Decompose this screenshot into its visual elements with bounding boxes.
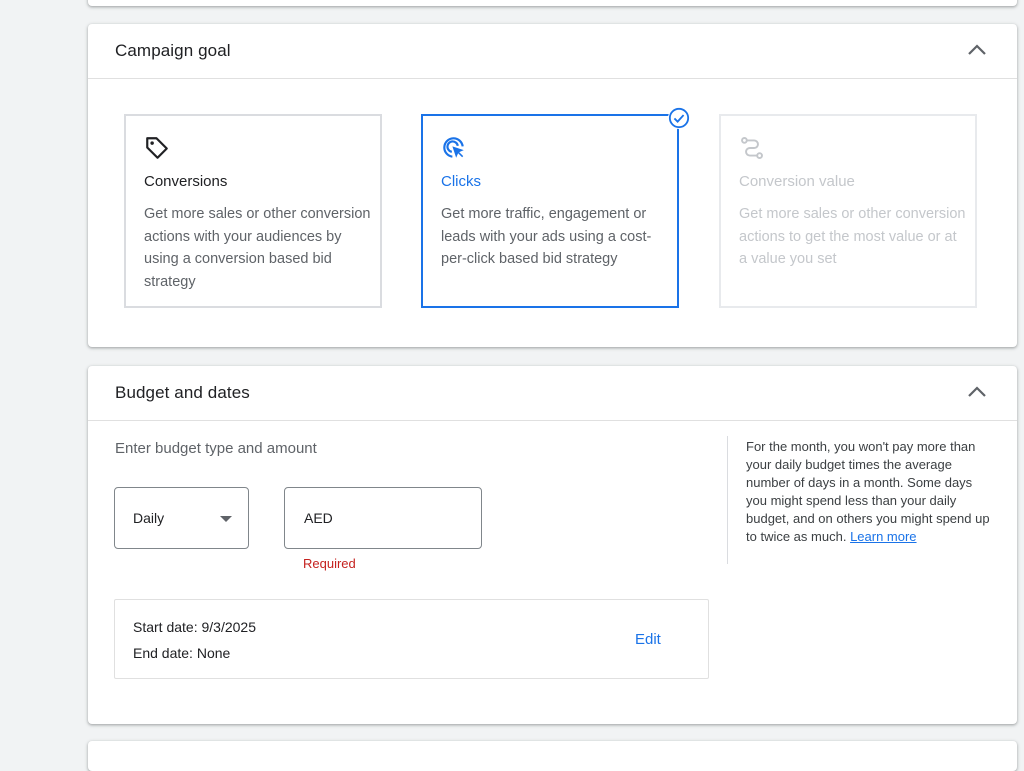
end-date: End date: None (133, 645, 231, 661)
budget-dates-header[interactable]: Budget and dates (88, 366, 1017, 421)
next-section-card (88, 741, 1017, 771)
currency-label: AED (304, 510, 333, 526)
help-divider (727, 436, 728, 564)
goal-option-clicks[interactable]: Clicks Get more traffic, engagement or l… (421, 114, 679, 308)
campaign-goal-header[interactable]: Campaign goal (88, 24, 1017, 79)
goal-option-title: Conversion value (739, 173, 855, 190)
previous-section-card (88, 0, 1017, 6)
budget-dates-title: Budget and dates (115, 383, 250, 402)
budget-type-value: Daily (133, 510, 165, 526)
goal-option-title: Conversions (144, 173, 228, 190)
budget-dates-card: Budget and dates Enter budget type and a… (88, 366, 1017, 724)
campaign-goal-card: Campaign goal Conversions Get more sales… (88, 24, 1017, 347)
learn-more-link[interactable]: Learn more (850, 529, 916, 544)
goal-option-title: Clicks (441, 173, 481, 190)
campaign-goal-title: Campaign goal (115, 41, 231, 60)
budget-amount-input[interactable]: AED (284, 487, 482, 549)
goal-option-conversions[interactable]: Conversions Get more sales or other conv… (124, 114, 382, 308)
check-circle-icon (668, 107, 690, 129)
goal-option-conversion-value: Conversion value Get more sales or other… (719, 114, 977, 308)
goal-option-description: Get more traffic, engagement or leads wi… (441, 206, 652, 267)
budget-help-text: For the month, you won't pay more than y… (746, 438, 996, 546)
goal-option-description: Get more sales or other conversion actio… (144, 206, 371, 290)
route-icon (741, 137, 763, 159)
start-date: Start date: 9/3/2025 (133, 619, 256, 635)
tag-icon (146, 137, 168, 159)
edit-dates-button[interactable]: Edit (635, 631, 661, 648)
campaign-dates-box: Start date: 9/3/2025 End date: None Edit (114, 599, 709, 679)
budget-type-select[interactable]: Daily (114, 487, 249, 549)
cursor-click-icon (443, 137, 464, 158)
chevron-up-icon[interactable] (967, 43, 987, 57)
budget-type-label: Enter budget type and amount (115, 440, 317, 457)
dropdown-arrow-icon (220, 516, 232, 522)
required-error-message: Required (303, 556, 356, 571)
chevron-up-icon[interactable] (967, 385, 987, 399)
goal-option-description: Get more sales or other conversion actio… (739, 206, 966, 267)
